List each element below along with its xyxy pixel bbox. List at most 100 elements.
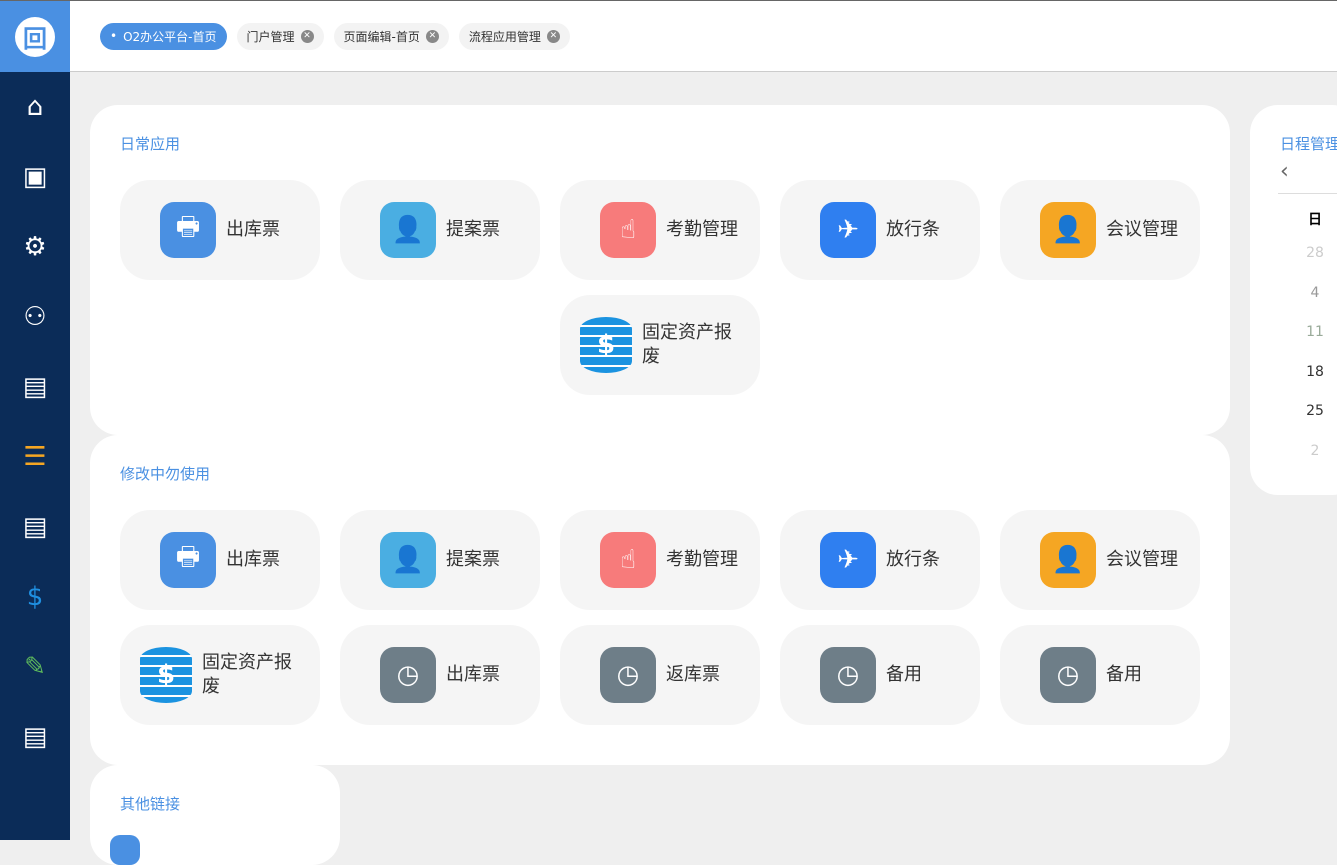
calendar-day[interactable]: 4 xyxy=(1305,285,1325,301)
coins-icon: $ xyxy=(26,582,44,612)
sidebar-item[interactable]: ☰ xyxy=(0,422,70,492)
app-tile[interactable]: ◷ 返库票 xyxy=(560,625,760,725)
close-icon[interactable]: ✕ xyxy=(300,29,314,43)
calendar-day[interactable]: 2 xyxy=(1305,443,1325,459)
tab-label: 流程应用管理 xyxy=(468,29,541,44)
sidebar-item[interactable]: ▣ xyxy=(0,142,70,212)
user-clock-icon: 👤 xyxy=(380,532,436,588)
app-tile[interactable]: 👤 会议管理 xyxy=(1000,510,1200,610)
monitor-user-icon: ▣ xyxy=(22,162,48,192)
app-tile[interactable]: $ 固定资产报废 xyxy=(560,295,760,395)
sidebar-item[interactable]: $ xyxy=(0,562,70,632)
section-title: 日常应用 xyxy=(120,135,181,153)
logo[interactable]: 回 xyxy=(0,1,70,72)
app-tile[interactable]: ◷ 备用 xyxy=(1000,625,1200,725)
prev-month-button[interactable]: ‹ xyxy=(1280,159,1289,184)
tab[interactable]: 页面编辑-首页 ✕ xyxy=(333,22,449,50)
tab[interactable]: 门户管理 ✕ xyxy=(236,22,324,50)
weekday-label: 日 xyxy=(1308,212,1322,228)
coins-icon: $ xyxy=(580,317,632,373)
app-tile[interactable]: $ 固定资产报废 xyxy=(120,625,320,725)
coins-icon: $ xyxy=(140,647,192,703)
plane-icon: ✈ xyxy=(820,202,876,258)
user-clock-icon: 👤 xyxy=(380,202,436,258)
org-chart-icon: ⚇ xyxy=(23,302,47,332)
app-label: 固定资产报废 xyxy=(202,652,292,697)
app-tile[interactable]: 👤 会议管理 xyxy=(1000,180,1200,280)
section-daily-apps: 日常应用 🖶 出库票 👤 提案票 ☝ 考勤管理 ✈ 放行条 👤 会议管理 $ 固定资产报废 xyxy=(90,105,1230,435)
app-label: 考勤管理 xyxy=(666,219,738,240)
app-label: 出库票 xyxy=(226,549,280,570)
calendar-day[interactable]: 28 xyxy=(1305,245,1325,261)
sidebar-item[interactable]: ✎ xyxy=(0,632,70,702)
sidebar-item[interactable]: ⌂ xyxy=(0,72,70,142)
tab-label: 页面编辑-首页 xyxy=(343,29,420,44)
section-other-links: 其他链接 xyxy=(90,765,340,865)
app-tile[interactable]: ◷ 出库票 xyxy=(340,625,540,725)
app-label: 会议管理 xyxy=(1106,549,1178,570)
sidebar: 回 ⌂ ▣ ⚙ ⚇ ▤ ☰ ▤ $ ✎ ▤ xyxy=(0,1,70,840)
calendar-day[interactable]: 18 xyxy=(1305,364,1325,380)
sidebar-item[interactable]: ⚙ xyxy=(0,212,70,282)
home-icon: ⌂ xyxy=(26,92,44,122)
clock-add-icon: ◷ xyxy=(600,647,656,703)
app-label: 放行条 xyxy=(886,219,940,240)
app-label: 会议管理 xyxy=(1106,219,1178,240)
app-tile[interactable]: ✈ 放行条 xyxy=(780,510,980,610)
server-settings-icon: ☰ xyxy=(23,442,47,472)
app-label: 提案票 xyxy=(446,549,500,570)
printer-icon: 🖶 xyxy=(160,202,216,258)
app-tile[interactable]: 🖶 出库票 xyxy=(120,510,320,610)
close-icon[interactable]: ✕ xyxy=(425,29,439,43)
calendar-day[interactable]: 11 xyxy=(1305,324,1325,340)
app-tile[interactable]: 👤 提案票 xyxy=(340,180,540,280)
app-label: 放行条 xyxy=(886,549,940,570)
app-tile[interactable]: ☝ 考勤管理 xyxy=(560,510,760,610)
user-settings-icon: ⚙ xyxy=(23,232,47,262)
clock-add-icon: ◷ xyxy=(820,647,876,703)
close-icon[interactable]: ✕ xyxy=(546,29,560,43)
touch-icon: ☝ xyxy=(600,532,656,588)
section-title: 其他链接 xyxy=(120,795,181,813)
sidebar-item[interactable]: ▤ xyxy=(0,702,70,772)
sidebar-item[interactable]: ▤ xyxy=(0,352,70,422)
app-tile[interactable]: 👤 提案票 xyxy=(340,510,540,610)
app-label: 提案票 xyxy=(446,219,500,240)
presenter-icon: 👤 xyxy=(1040,532,1096,588)
dashboard-icon: ▤ xyxy=(22,512,48,542)
calendar-day[interactable]: 25 xyxy=(1305,403,1325,419)
sidebar-item[interactable]: ▤ xyxy=(0,492,70,562)
app-tile[interactable]: ✈ 放行条 xyxy=(780,180,980,280)
dashboard-icon: ▤ xyxy=(22,372,48,402)
calendar-card: 日程管理 ‹ 日 28 4 11 18 25 2 xyxy=(1250,105,1337,495)
app-label: 备用 xyxy=(886,664,922,685)
clock-add-icon: ◷ xyxy=(1040,647,1096,703)
plane-icon: ✈ xyxy=(820,532,876,588)
document-edit-icon: ✎ xyxy=(24,652,46,682)
app-tile[interactable]: ◷ 备用 xyxy=(780,625,980,725)
clock-add-icon: ◷ xyxy=(380,647,436,703)
tab[interactable]: • O2办公平台-首页 xyxy=(100,22,227,50)
app-tile[interactable]: ☝ 考勤管理 xyxy=(560,180,760,280)
touch-icon: ☝ xyxy=(600,202,656,258)
calendar-title: 日程管理 xyxy=(1280,135,1337,153)
section-in-progress: 修改中勿使用 🖶 出库票 👤 提案票 ☝ 考勤管理 ✈ 放行条 👤 会议管理 $ 固定资产报废 ◷ 出库票 ◷… xyxy=(90,435,1230,765)
app-label: 返库票 xyxy=(666,664,720,685)
app-label: 考勤管理 xyxy=(666,549,738,570)
divider xyxy=(1278,193,1337,194)
logo-icon: 回 xyxy=(15,16,55,57)
app-label: 出库票 xyxy=(446,664,500,685)
link-icon[interactable] xyxy=(110,835,140,865)
app-tile[interactable]: 🖶 出库票 xyxy=(120,180,320,280)
dashboard-icon: ▤ xyxy=(22,722,48,752)
tab-label: 门户管理 xyxy=(246,29,295,44)
tab-bar: • O2办公平台-首页 门户管理 ✕ 页面编辑-首页 ✕ 流程应用管理 ✕ xyxy=(70,1,1337,72)
app-label: 出库票 xyxy=(226,219,280,240)
sidebar-item[interactable]: ⚇ xyxy=(0,282,70,352)
active-dot-icon: • xyxy=(110,29,118,43)
tab[interactable]: 流程应用管理 ✕ xyxy=(458,22,570,50)
app-label: 备用 xyxy=(1106,664,1142,685)
section-title: 修改中勿使用 xyxy=(120,465,211,483)
app-label: 固定资产报废 xyxy=(642,322,732,367)
presenter-icon: 👤 xyxy=(1040,202,1096,258)
